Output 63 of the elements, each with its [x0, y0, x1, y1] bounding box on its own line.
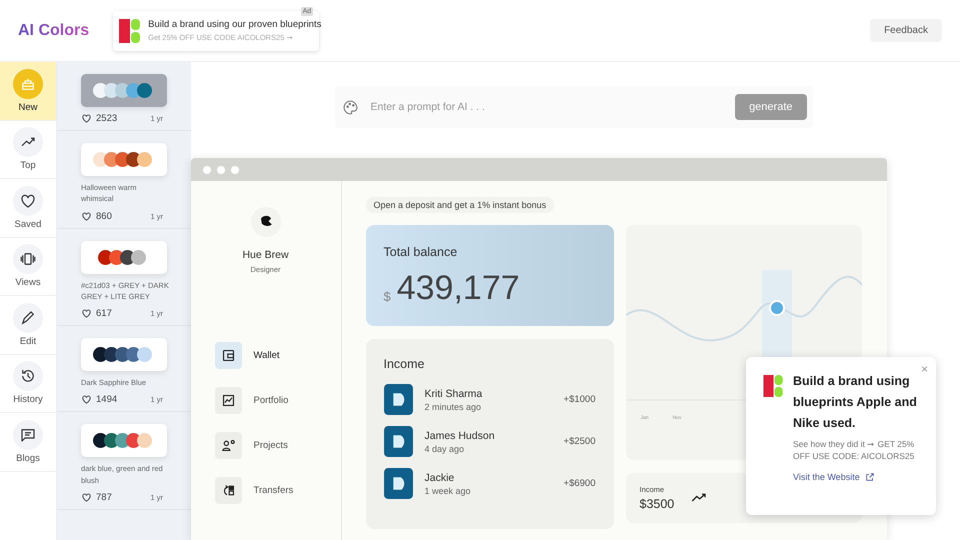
- nav-item[interactable]: New: [0, 62, 56, 120]
- pencil-icon: [13, 302, 43, 333]
- ad-title: Build a brand using our proven blueprints: [148, 19, 322, 30]
- like-count: 860: [96, 210, 112, 222]
- heart-icon[interactable]: [81, 492, 92, 503]
- window-dot: [230, 166, 238, 174]
- palette-card[interactable]: [81, 240, 167, 274]
- payer-name: Jackie: [424, 472, 456, 484]
- heart-icon[interactable]: [81, 113, 92, 124]
- like-count: 787: [96, 492, 112, 503]
- payer-name: James Hudson: [424, 430, 495, 442]
- palette-card[interactable]: [81, 143, 167, 176]
- avatar-icon: [384, 384, 412, 415]
- trend-icon: [13, 127, 43, 158]
- payment-time: 2 minutes ago: [424, 402, 482, 412]
- menu-item[interactable]: Transfers: [214, 477, 294, 504]
- like-count: 617: [96, 308, 112, 319]
- nav-item[interactable]: Top: [0, 120, 56, 179]
- currency-sign: $: [384, 289, 391, 304]
- promo-pill: Open a deposit and get a 1% instant bonus: [366, 197, 554, 213]
- menu-item[interactable]: Wallet: [214, 342, 294, 369]
- cake-icon: [13, 68, 43, 99]
- avatar-icon: [384, 426, 412, 457]
- menu-item[interactable]: Projects: [214, 432, 294, 459]
- payment-time: 1 week ago: [424, 486, 471, 496]
- nav-item[interactable]: Views: [0, 238, 56, 296]
- palette-icon: [342, 98, 358, 116]
- payment-amount: +$1000: [564, 394, 596, 405]
- popup-text: See how they did it ➞ GET 25% OFF USE CODE: AICOLORS25: [793, 438, 916, 462]
- balance-title: Total balance: [384, 245, 458, 259]
- nav-item[interactable]: Saved: [0, 179, 56, 238]
- payment-amount: +$6900: [564, 478, 596, 489]
- income-title: Income: [384, 357, 426, 371]
- nav-item[interactable]: History: [0, 354, 56, 413]
- brand-logo-icon: [119, 18, 142, 42]
- chat-icon: [13, 420, 43, 450]
- user-name: Hue Brew: [242, 249, 289, 261]
- balance-amount: 439,177: [396, 269, 520, 308]
- payment-time: 4 day ago: [424, 444, 466, 454]
- website-link[interactable]: Visit the Website: [793, 472, 922, 482]
- like-count: 1494: [96, 394, 118, 406]
- heart-icon[interactable]: [81, 210, 92, 222]
- window-dot: [216, 166, 224, 174]
- feedback-button[interactable]: Feedback: [870, 19, 942, 42]
- payment-amount: +$2500: [564, 436, 596, 447]
- palette-card[interactable]: [81, 338, 167, 371]
- avatar-icon: [384, 468, 412, 499]
- brand-logo-icon: [763, 375, 784, 397]
- summary-value: $3500: [640, 497, 674, 511]
- heart-icon[interactable]: [81, 394, 92, 406]
- window-dot: [202, 166, 210, 174]
- popup-title: Build a brand using blueprints Apple and Nike used.: [793, 373, 918, 432]
- external-link-icon: [864, 472, 875, 482]
- phone-icon: [13, 244, 43, 274]
- menu-item[interactable]: Portfolio: [214, 387, 294, 414]
- payer-name: Kriti Sharma: [424, 388, 482, 400]
- heart-icon[interactable]: [81, 308, 92, 319]
- history-icon: [13, 361, 43, 392]
- nav-item[interactable]: Blogs: [0, 413, 56, 472]
- like-count: 2523: [96, 113, 118, 124]
- nav-item[interactable]: Edit: [0, 296, 56, 354]
- palette-card[interactable]: [81, 424, 167, 458]
- avatar: [250, 207, 280, 237]
